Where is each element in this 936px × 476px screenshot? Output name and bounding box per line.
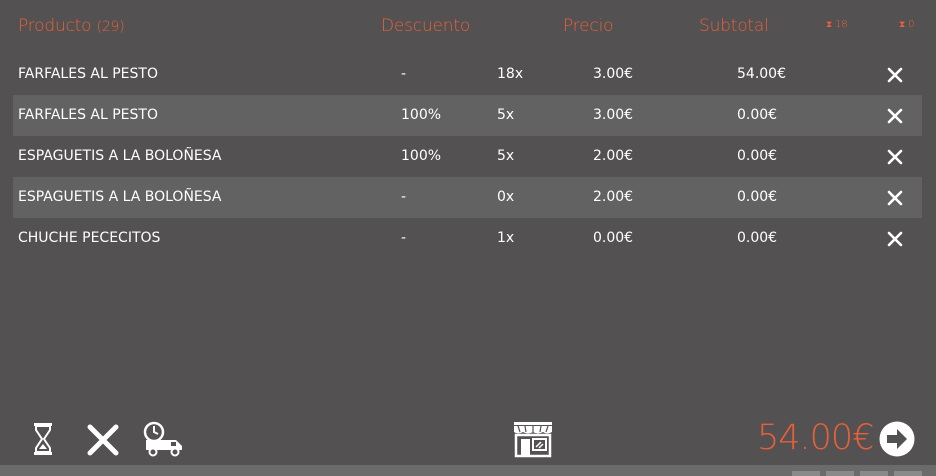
cell-qty: 5x [497,148,515,164]
cell-name: CHUCHE PECECITOS [18,230,161,246]
cell-name: ESPAGUETIS A LA BOLOÑESA [18,148,222,164]
table-row[interactable]: ESPAGUETIS A LA BOLOÑESA - 0x 2.00€ 0.00€ [13,177,922,218]
cell-subtotal: 0.00€ [737,189,778,205]
close-icon [887,190,903,206]
table-row[interactable]: FARFALES AL PESTO - 18x 3.00€ 54.00€ [13,54,922,95]
close-icon [887,67,903,83]
cell-price: 3.00€ [593,107,634,123]
hourglass-small-icon: ⧗ [899,20,906,30]
table-row[interactable]: ESPAGUETIS A LA BOLOÑESA 100% 5x 2.00€ 0.00€ [13,136,922,177]
cell-price: 0.00€ [593,230,634,246]
cell-qty: 5x [497,107,515,123]
cell-discount: 100% [401,107,442,123]
cell-price: 2.00€ [593,148,634,164]
delivery-button[interactable] [143,421,185,457]
cell-price: 3.00€ [593,66,634,82]
cell-discount: - [401,189,407,205]
cell-qty: 1x [497,230,515,246]
shop-button[interactable] [512,420,554,458]
hourglass-button[interactable] [32,422,54,456]
header-price: Precio [563,16,614,36]
cell-discount: - [401,66,407,82]
shop-icon [514,422,552,458]
remove-item-button[interactable] [887,190,903,206]
cell-name: FARFALES AL PESTO [18,107,158,123]
remove-item-button[interactable] [887,231,903,247]
bottom-tab[interactable] [826,471,854,476]
cell-discount: 100% [401,148,442,164]
proceed-button[interactable] [878,420,916,458]
delivery-truck-icon [143,421,182,457]
header-subtotal: Subtotal [699,16,769,36]
remove-item-button[interactable] [887,67,903,83]
header-badge-a: ⧗ 18 [826,19,848,30]
header-product-count: (29) [96,19,125,35]
cell-qty: 18x [497,66,524,82]
cell-subtotal: 0.00€ [737,107,778,123]
arrow-right-circle-icon [879,421,915,457]
remove-item-button[interactable] [887,149,903,165]
cell-subtotal: 0.00€ [737,148,778,164]
header-product-label: Producto [18,16,92,36]
header-discount: Descuento [381,16,471,36]
bottom-tab[interactable] [894,471,922,476]
hourglass-small-icon: ⧗ [826,20,833,30]
header-product: Producto (29) [18,16,125,36]
bottom-tab[interactable] [860,471,888,476]
cell-name: FARFALES AL PESTO [18,66,158,82]
cell-discount: - [401,230,407,246]
remove-item-button[interactable] [887,108,903,124]
cell-subtotal: 0.00€ [737,230,778,246]
table-row[interactable]: FARFALES AL PESTO 100% 5x 3.00€ 0.00€ [13,95,922,136]
cancel-order-button[interactable] [86,423,120,457]
header-badge-b: ⧗ 0 [899,19,914,30]
badge-a-value: 18 [835,19,848,30]
close-icon [887,231,903,247]
close-icon [87,424,119,456]
table-row[interactable]: CHUCHE PECECITOS - 1x 0.00€ 0.00€ [13,218,922,259]
cell-name: ESPAGUETIS A LA BOLOÑESA [18,189,222,205]
cell-subtotal: 54.00€ [737,66,786,82]
cell-price: 2.00€ [593,189,634,205]
cell-qty: 0x [497,189,515,205]
order-total: 54.00€ [757,418,874,458]
hourglass-icon [34,423,52,455]
close-icon [887,149,903,165]
badge-b-value: 0 [908,19,915,30]
bottom-tab[interactable] [792,471,820,476]
close-icon [887,108,903,124]
